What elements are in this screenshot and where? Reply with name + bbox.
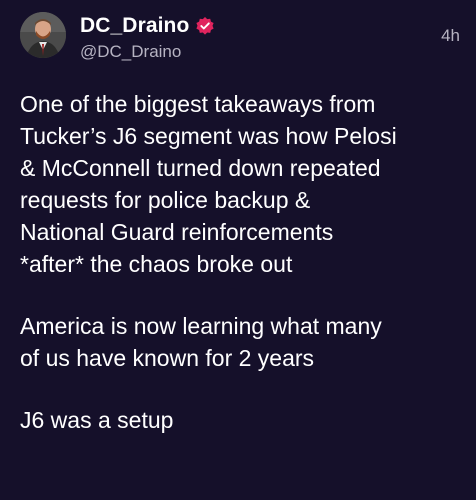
post-paragraph: One of the biggest takeaways from Tucker… xyxy=(20,88,460,280)
post-text-line: America is now learning what many xyxy=(20,313,382,339)
post-text-line: National Guard reinforcements xyxy=(20,219,334,245)
post-text-line: of us have known for 2 years xyxy=(20,345,315,371)
post-timestamp[interactable]: 4h xyxy=(441,26,460,46)
post-text-line: Tucker’s J6 segment was how Pelosi xyxy=(20,123,397,149)
display-name[interactable]: DC_Draino xyxy=(80,14,189,38)
post-text-line: *after* the chaos broke out xyxy=(20,251,293,277)
avatar-image xyxy=(20,12,66,58)
avatar[interactable] xyxy=(20,12,66,58)
author-handle[interactable]: @DC_Draino xyxy=(80,42,181,62)
post-text-line: J6 was a setup xyxy=(20,407,174,433)
post-paragraph: America is now learning what many of us … xyxy=(20,310,460,374)
post-header: DC_Draino @DC_Draino 4h xyxy=(20,12,460,64)
post-card: DC_Draino @DC_Draino 4h One of the bigge… xyxy=(0,0,476,500)
post-text-line: One of the biggest takeaways from xyxy=(20,91,376,117)
post-text-line: requests for police backup & xyxy=(20,187,311,213)
verified-badge-icon xyxy=(195,16,215,36)
post-paragraph: J6 was a setup xyxy=(20,404,460,436)
post-body: One of the biggest takeaways from Tucker… xyxy=(20,88,460,436)
name-row: DC_Draino xyxy=(80,14,215,38)
post-text-line: & McConnell turned down repeated xyxy=(20,155,381,181)
